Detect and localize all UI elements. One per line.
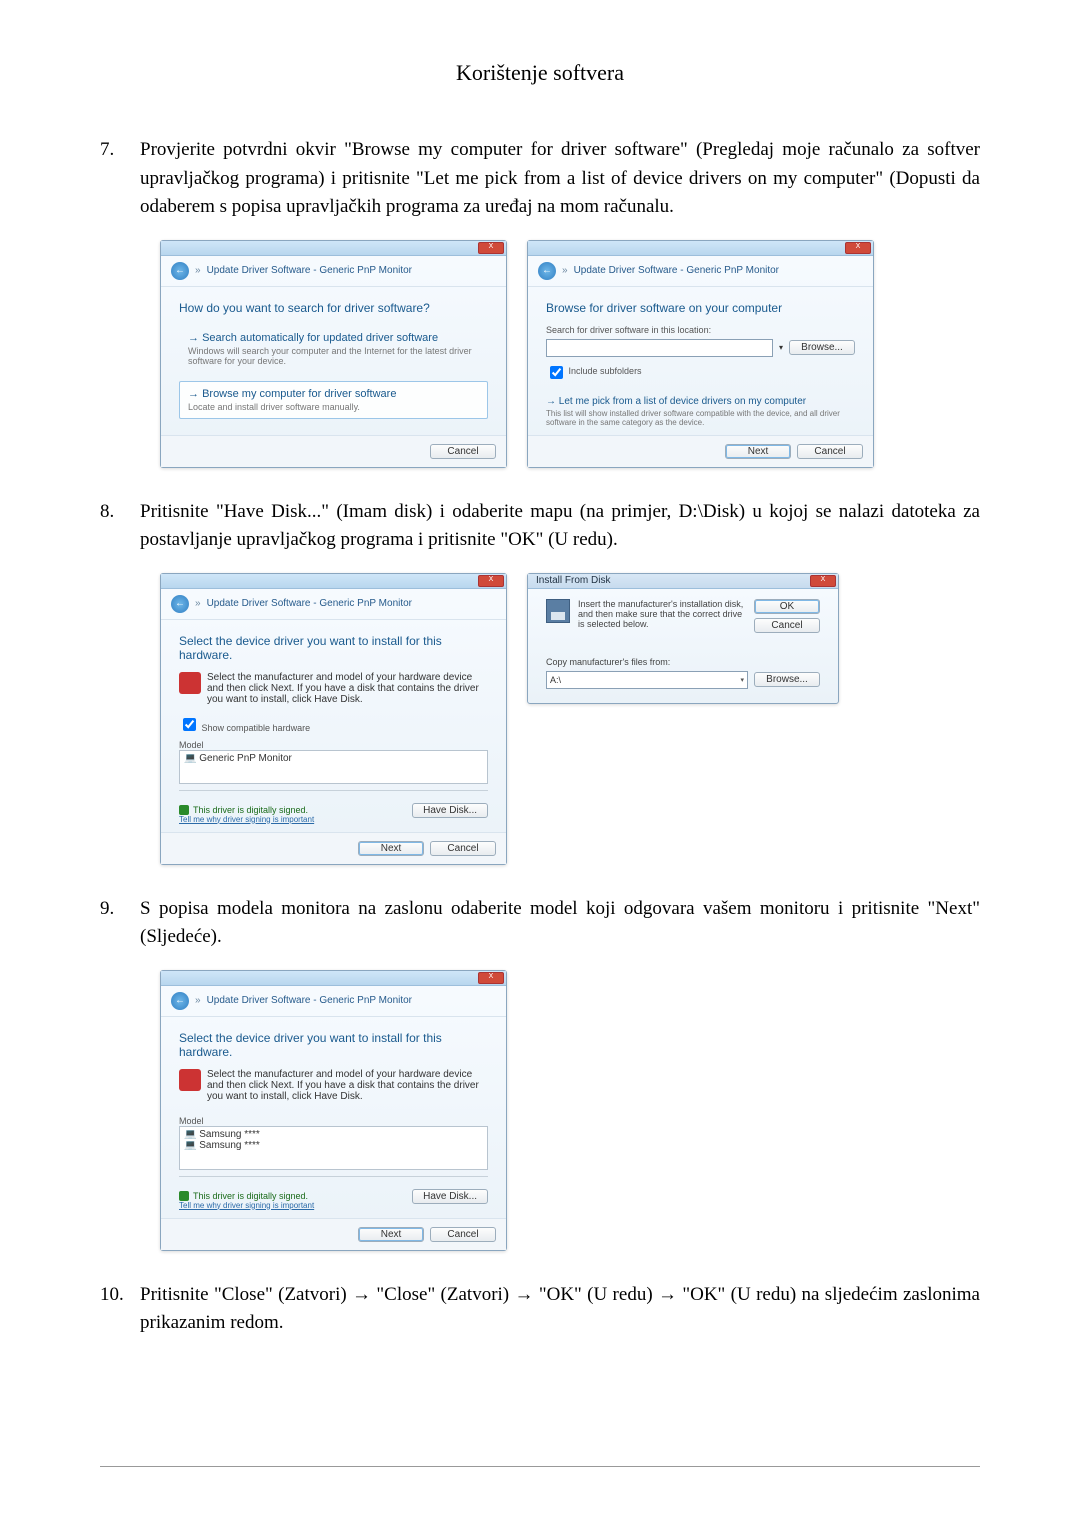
location-input[interactable] <box>546 339 773 357</box>
have-disk-button[interactable]: Have Disk... <box>412 803 488 818</box>
browse-button[interactable]: Browse... <box>789 340 855 355</box>
include-subfolders-checkbox[interactable]: Include subfolders <box>546 366 642 376</box>
dialog-browse-location: X ← » Update Driver Software - Generic P… <box>527 240 874 468</box>
floppy-icon <box>546 599 570 623</box>
step-text: Pritisnite "Have Disk..." (Imam disk) i … <box>140 498 980 555</box>
option-let-me-pick[interactable]: → Let me pick from a list of device driv… <box>546 396 855 427</box>
browse-button[interactable]: Browse... <box>754 672 820 687</box>
dialog-install-from-disk: Install From Disk X Insert the manufactu… <box>527 573 839 704</box>
dialog-select-driver: X ← » Update Driver Software - Generic P… <box>160 573 507 865</box>
install-message: Insert the manufacturer's installation d… <box>578 599 746 629</box>
close-icon[interactable]: X <box>478 242 504 254</box>
model-header: Model <box>179 740 488 750</box>
step-text: Provjerite potvrdni okvir "Browse my com… <box>140 136 980 222</box>
dialog-heading: How do you want to search for driver sof… <box>179 301 488 315</box>
step-text: S popisa modela monitora na zaslonu odab… <box>140 895 980 952</box>
breadcrumb: Update Driver Software - Generic PnP Mon… <box>207 265 412 276</box>
model-header: Model <box>179 1116 488 1126</box>
cancel-button[interactable]: Cancel <box>754 618 820 633</box>
show-compatible-checkbox[interactable]: Show compatible hardware <box>179 715 488 734</box>
close-icon[interactable]: X <box>845 242 871 254</box>
cancel-button[interactable]: Cancel <box>797 444 863 459</box>
cancel-button[interactable]: Cancel <box>430 841 496 856</box>
back-icon[interactable]: ← <box>171 992 189 1010</box>
device-icon <box>179 672 201 694</box>
footer-rule <box>100 1466 980 1467</box>
option-browse-computer[interactable]: → Browse my computer for driver software… <box>179 381 488 419</box>
step-text: Pritisnite "Close" (Zatvori) → "Close" (… <box>140 1281 980 1338</box>
shield-icon <box>179 805 189 815</box>
step-number: 7. <box>100 136 140 222</box>
cancel-button[interactable]: Cancel <box>430 444 496 459</box>
dialog-heading: Select the device driver you want to ins… <box>179 634 488 662</box>
dialog-description: Select the manufacturer and model of you… <box>207 672 488 705</box>
signing-info-link[interactable]: Tell me why driver signing is important <box>179 1201 314 1210</box>
step-number: 8. <box>100 498 140 555</box>
signed-label: This driver is digitally signed. <box>179 805 314 815</box>
location-label: Search for driver software in this locat… <box>546 325 855 335</box>
dialog-title: Install From Disk <box>530 575 610 586</box>
close-icon[interactable]: X <box>478 575 504 587</box>
step-number: 9. <box>100 895 140 952</box>
dialog-heading: Select the device driver you want to ins… <box>179 1031 488 1059</box>
breadcrumb: Update Driver Software - Generic PnP Mon… <box>207 995 412 1006</box>
breadcrumb: Update Driver Software - Generic PnP Mon… <box>574 265 779 276</box>
close-icon[interactable]: X <box>810 575 836 587</box>
page-title: Korištenje softvera <box>100 60 980 86</box>
close-icon[interactable]: X <box>478 972 504 984</box>
model-list[interactable]: 💻 Samsung **** 💻 Samsung **** <box>179 1126 488 1170</box>
next-button[interactable]: Next <box>358 841 424 856</box>
signing-info-link[interactable]: Tell me why driver signing is important <box>179 815 314 824</box>
device-icon <box>179 1069 201 1091</box>
back-icon[interactable]: ← <box>538 262 556 280</box>
next-button[interactable]: Next <box>358 1227 424 1242</box>
next-button[interactable]: Next <box>725 444 791 459</box>
have-disk-button[interactable]: Have Disk... <box>412 1189 488 1204</box>
dialog-search-method: X ← » Update Driver Software - Generic P… <box>160 240 507 468</box>
breadcrumb: Update Driver Software - Generic PnP Mon… <box>207 598 412 609</box>
dialog-description: Select the manufacturer and model of you… <box>207 1069 488 1102</box>
back-icon[interactable]: ← <box>171 595 189 613</box>
ok-button[interactable]: OK <box>754 599 820 614</box>
path-dropdown[interactable]: A:\▾ <box>546 671 748 689</box>
step-number: 10. <box>100 1281 140 1338</box>
dialog-select-model: X ← » Update Driver Software - Generic P… <box>160 970 507 1251</box>
model-list[interactable]: 💻 Generic PnP Monitor <box>179 750 488 784</box>
option-search-auto[interactable]: → Search automatically for updated drive… <box>179 325 488 373</box>
dialog-heading: Browse for driver software on your compu… <box>546 301 855 315</box>
cancel-button[interactable]: Cancel <box>430 1227 496 1242</box>
signed-label: This driver is digitally signed. <box>179 1191 314 1201</box>
shield-icon <box>179 1191 189 1201</box>
copy-from-label: Copy manufacturer's files from: <box>546 657 820 667</box>
back-icon[interactable]: ← <box>171 262 189 280</box>
